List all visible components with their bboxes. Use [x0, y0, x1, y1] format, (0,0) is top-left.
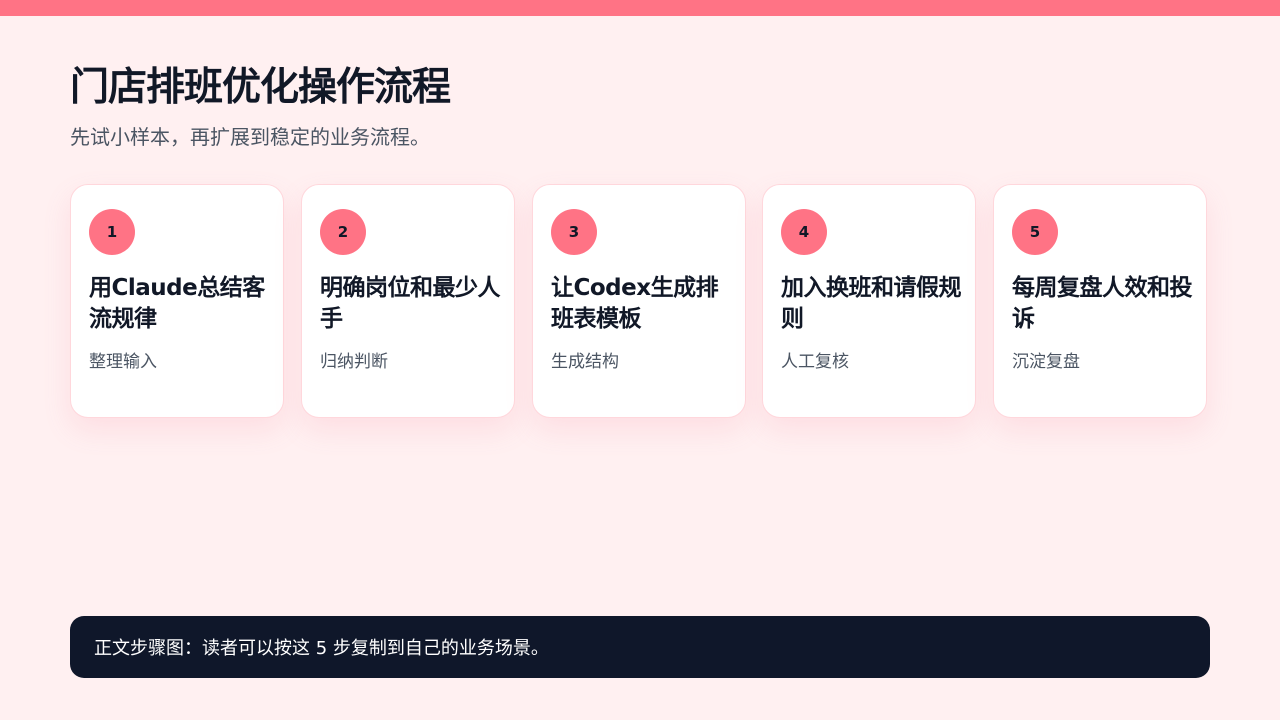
footer-note: 正文步骤图：读者可以按这 5 步复制到自己的业务场景。: [70, 616, 1210, 678]
step-card-2: 2 明确岗位和最少人手 归纳判断: [301, 184, 515, 418]
step-card-3: 3 让Codex生成排班表模板 生成结构: [532, 184, 746, 418]
step-number-badge: 2: [320, 209, 366, 255]
step-card-1: 1 用Claude总结客流规律 整理输入: [70, 184, 284, 418]
page-subtitle: 先试小样本，再扩展到稳定的业务流程。: [70, 125, 430, 149]
step-number-badge: 1: [89, 209, 135, 255]
step-number-badge: 3: [551, 209, 597, 255]
step-title: 明确岗位和最少人手: [320, 275, 501, 332]
step-number-badge: 4: [781, 209, 827, 255]
step-description: 归纳判断: [320, 352, 388, 372]
step-title: 每周复盘人效和投诉: [1012, 275, 1193, 332]
step-card-4: 4 加入换班和请假规则 人工复核: [762, 184, 976, 418]
step-description: 生成结构: [551, 352, 619, 372]
step-title: 让Codex生成排班表模板: [551, 275, 719, 332]
step-title: 加入换班和请假规则: [781, 275, 962, 332]
step-description: 沉淀复盘: [1012, 352, 1080, 372]
step-card-5: 5 每周复盘人效和投诉 沉淀复盘: [993, 184, 1207, 418]
step-number-badge: 5: [1012, 209, 1058, 255]
step-title: 用Claude总结客流规律: [89, 275, 265, 332]
page-title: 门店排班优化操作流程: [70, 65, 451, 110]
step-description: 整理输入: [89, 352, 157, 372]
steps-row: 1 用Claude总结客流规律 整理输入 2 明确岗位和最少人手 归纳判断 3 …: [70, 184, 1210, 420]
top-accent-bar: [0, 0, 1280, 16]
step-description: 人工复核: [781, 352, 849, 372]
